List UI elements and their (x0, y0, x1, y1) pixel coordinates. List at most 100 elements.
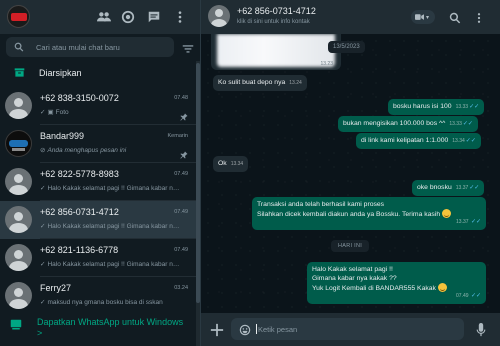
person-avatar (5, 92, 32, 119)
chat-list-item[interactable]: Bandar999 Kemarin ⊘ Anda menghapus pesan in… (0, 125, 196, 163)
chat-preview: ✓ maksud nya gmana bosku bisa di sskan (40, 298, 180, 306)
message-text: Silahkan dicek kembali diakun anda ya Bo… (257, 211, 441, 218)
outgoing-message[interactable]: bukan mengisikan 100.000 bos ^^ 13.33✓✓ (338, 116, 478, 132)
chat-name: +62 821-1136-6778 (40, 245, 119, 255)
message-area[interactable]: 13.23 13/5/2023 Ko sulit buat depo nya 13… (201, 34, 500, 313)
message-box[interactable] (231, 318, 464, 340)
video-call-button[interactable]: ▾ (411, 10, 435, 24)
message-text: oke bnosku (417, 184, 452, 191)
chat-time: 03.24 (174, 285, 188, 291)
search-box[interactable] (6, 37, 174, 57)
contact-avatar[interactable] (208, 5, 230, 27)
incoming-message[interactable]: Ko sulit buat depo nya 13.24 (213, 75, 307, 91)
sidebar-header (0, 0, 200, 34)
video-camera-icon (415, 14, 424, 20)
chat-preview: ⊘ Anda menghapus pesan ini (40, 146, 180, 154)
download-banner[interactable]: Dapatkan WhatsApp untuk Windows > (0, 312, 196, 346)
download-link[interactable]: Dapatkan WhatsApp untuk Windows > (37, 317, 187, 339)
outgoing-message[interactable]: Halo Kakak selamat pagi !! Gimana kabar … (307, 262, 486, 304)
deleted-icon: ⊘ (40, 147, 46, 154)
sent-tick-icon: ✓ (40, 185, 46, 192)
outgoing-message[interactable]: Transaksi anda telah berhasil kami prose… (252, 197, 486, 230)
chat-preview-text: Anda menghapus pesan ini (47, 147, 127, 154)
message-time: 13.37 (455, 185, 469, 191)
chat-preview: ✓ ▣ Foto (40, 108, 180, 116)
message-text: Yuk Logit Kembali di BANDAR555 Kakak (312, 285, 436, 292)
text-caret (256, 324, 257, 334)
new-chat-icon[interactable] (146, 9, 162, 25)
message-time: 13.34 (230, 161, 244, 167)
message-time: 07.49 (456, 293, 469, 299)
sent-tick-icon: ✓ (40, 261, 46, 268)
contact-subtitle[interactable]: klik di sini untuk info kontak (237, 19, 310, 25)
message-time: 13.34 (452, 138, 465, 144)
message-input[interactable] (258, 321, 458, 337)
pin-icon (180, 146, 188, 159)
photo-icon: ▣ (47, 109, 54, 116)
chat-preview: ✓ Halo Kakak selamat pagi !! Gimana kabar… (40, 260, 180, 268)
search-row (0, 34, 200, 60)
read-ticks-icon: ✓✓ (462, 121, 473, 127)
read-ticks-icon: ✓✓ (470, 293, 481, 299)
archived-label: Diarsipkan (39, 68, 82, 78)
message-time: 13.24 (289, 80, 302, 86)
brand-avatar (5, 130, 32, 157)
incoming-message[interactable]: Ok 13.34 (213, 156, 249, 172)
profile-avatar[interactable] (7, 5, 30, 28)
chat-list-panel: Diarsipkan +62 838-3150-007207.48✓▣FotoB… (0, 0, 201, 346)
emoji-icon[interactable] (239, 323, 251, 336)
message-composer (201, 313, 500, 346)
filter-icon[interactable] (182, 42, 194, 54)
menu-icon[interactable] (172, 9, 188, 25)
pin-icon (180, 108, 188, 121)
message-time: 13.23 (320, 61, 333, 67)
communities-icon[interactable] (96, 9, 112, 25)
chat-preview-text: Foto (55, 109, 69, 116)
chat-list-item[interactable]: Ferry27 03.24 ✓ maksud nya gmana bosku bisa… (0, 277, 196, 315)
chat-list: +62 838-3150-0072 07.48 ✓ ▣ Foto Bandar999 Kem… (0, 87, 196, 315)
conversation-header[interactable]: +62 856-0731-4712 klik di sini untuk inf… (201, 0, 500, 34)
message-text: Ko sulit buat depo nya (218, 79, 286, 86)
message-text: bosku harus isi 100 (393, 103, 452, 110)
image-message[interactable]: 13.23 (211, 34, 341, 70)
message-text: Ok (218, 160, 227, 167)
read-ticks-icon: ✓✓ (465, 138, 476, 144)
sent-tick-icon: ✓ (40, 223, 46, 230)
chat-list-item[interactable]: +62 838-3150-0072 07.48 ✓ ▣ Foto (0, 87, 196, 125)
read-ticks-icon: ✓✓ (469, 104, 480, 110)
chat-preview-text: maksud nya gmana bosku bisa di sskan (47, 299, 163, 306)
date-chip: 13/5/2023 (328, 41, 365, 53)
read-ticks-icon: ✓✓ (470, 219, 481, 225)
search-icon[interactable] (449, 11, 461, 24)
chat-preview-text: Halo Kakak selamat pagi !! Gimana kabar … (47, 261, 180, 268)
chat-list-scrollbar[interactable] (196, 61, 200, 346)
person-avatar (5, 206, 32, 233)
status-icon[interactable] (120, 9, 136, 25)
laptop-icon (10, 319, 22, 330)
person-avatar (5, 282, 32, 309)
outgoing-message[interactable]: oke bnosku 13.37✓✓ (412, 180, 485, 196)
archived-row[interactable]: Diarsipkan (0, 61, 196, 87)
contact-name[interactable]: +62 856-0731-4712 (237, 6, 316, 16)
chat-list-item[interactable]: +62 821-1136-6778 07.49 ✓ Halo Kakak selama… (0, 239, 196, 277)
chat-preview-text: Halo Kakak selamat pagi !! Gimana kabar … (47, 185, 180, 192)
chat-list-item[interactable]: +62 856-0731-4712 07.49 ✓ Halo Kakak selama… (0, 201, 196, 239)
outgoing-message[interactable]: di link kami kelipatan 1:1.000 13.34✓✓ (356, 133, 481, 149)
menu-icon[interactable] (473, 11, 485, 23)
microphone-icon[interactable] (475, 323, 487, 337)
search-icon (14, 42, 24, 52)
grinning-emoji-icon (437, 283, 447, 292)
message-time: 13.33 (455, 104, 469, 110)
date-chip: HARI INI (331, 240, 370, 252)
chat-name: Bandar999 (40, 131, 85, 141)
attach-icon[interactable] (210, 323, 224, 337)
message-text: bukan mengisikan 100.000 bos ^^ (343, 120, 446, 127)
read-ticks-icon: ✓✓ (469, 185, 480, 191)
chevron-down-icon: ▾ (426, 15, 430, 21)
conversation-panel: +62 856-0731-4712 klik di sini untuk inf… (201, 0, 500, 346)
chat-list-item[interactable]: +62 822-5778-8983 07.49 ✓ Halo Kakak selama… (0, 163, 196, 201)
outgoing-message[interactable]: bosku harus isi 100 13.33✓✓ (388, 99, 485, 115)
archive-icon (14, 68, 25, 77)
chat-time: 07.49 (174, 209, 188, 215)
search-input[interactable] (36, 39, 166, 55)
